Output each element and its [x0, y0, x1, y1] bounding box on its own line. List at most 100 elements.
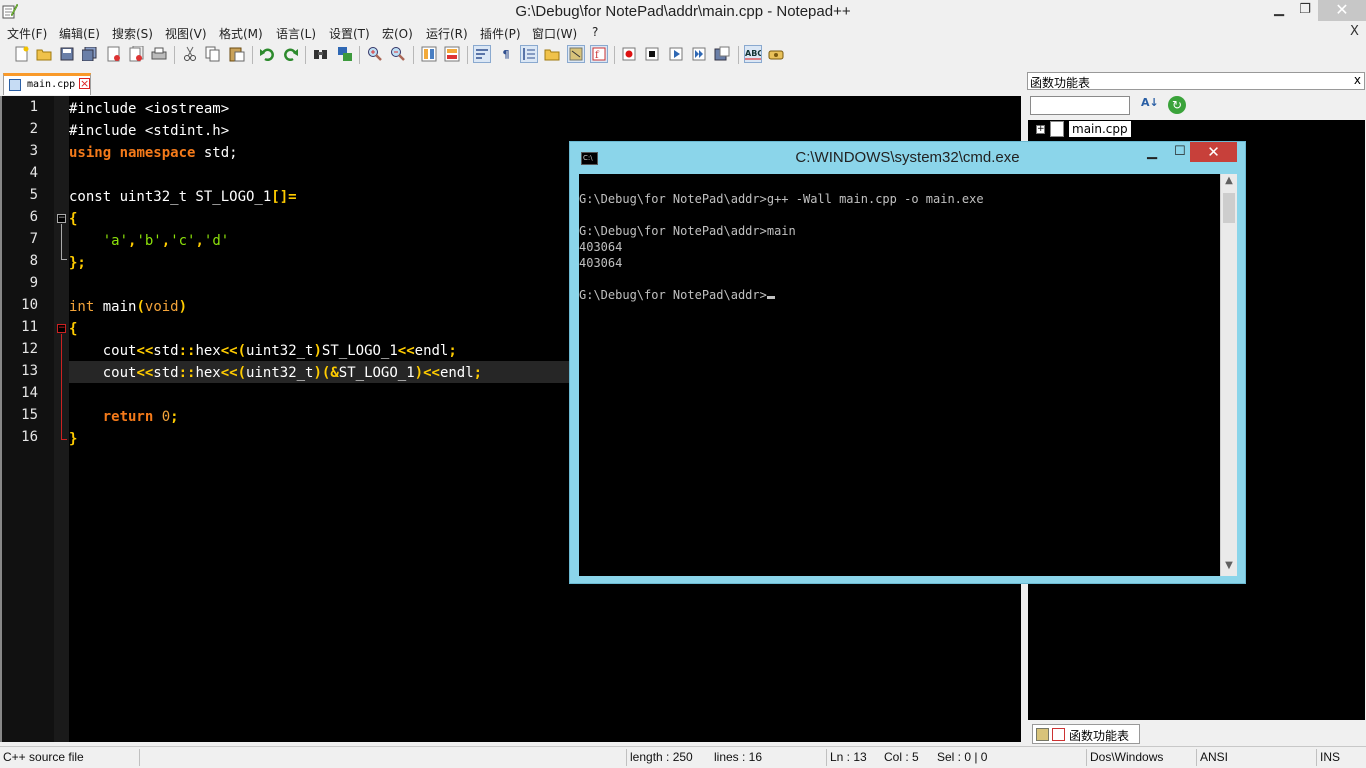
toolbar-separator — [252, 46, 253, 64]
toolbar-separator — [467, 46, 468, 64]
record-macro-icon[interactable] — [620, 45, 638, 63]
document-map-icon[interactable] — [567, 45, 585, 63]
status-separator — [1196, 749, 1197, 766]
stop-macro-icon[interactable] — [643, 45, 661, 63]
code-line: return 0; — [102, 409, 179, 425]
menu-search[interactable]: 搜索(S) — [112, 25, 153, 42]
indent-guide-icon[interactable] — [520, 45, 538, 63]
menu-format[interactable]: 格式(M) — [219, 25, 263, 42]
function-list-icon — [1052, 728, 1065, 741]
tree-expand-icon[interactable]: + — [1036, 125, 1045, 134]
status-separator — [826, 749, 827, 766]
close-document-button[interactable]: X — [1350, 24, 1359, 39]
save-all-icon[interactable] — [81, 45, 99, 63]
menu-settings[interactable]: 设置(T) — [329, 25, 370, 42]
menu-language[interactable]: 语言(L) — [276, 25, 316, 42]
tab-main-cpp[interactable]: main.cpp × — [3, 73, 91, 95]
code-line: using namespace std; — [69, 145, 238, 161]
zoom-in-icon[interactable] — [366, 45, 384, 63]
open-file-icon[interactable] — [35, 45, 53, 63]
status-length: length : 250 — [630, 750, 693, 764]
code-line: } — [69, 431, 78, 447]
sync-vertical-icon[interactable] — [420, 45, 438, 63]
menu-run[interactable]: 运行(R) — [426, 25, 468, 42]
sort-icon[interactable]: A↓ — [1141, 96, 1159, 114]
menu-macro[interactable]: 宏(O) — [382, 25, 413, 42]
cut-icon[interactable] — [181, 45, 199, 63]
close-all-icon[interactable] — [128, 45, 146, 63]
status-eol: Dos\Windows — [1090, 750, 1164, 764]
line-number: 15 — [21, 407, 38, 423]
save-macro-icon[interactable] — [713, 45, 731, 63]
panel-title: 函数功能表 — [1030, 76, 1091, 90]
line-number: 13 — [21, 363, 38, 379]
console-line: 403064 — [579, 256, 623, 270]
function-list-icon[interactable]: f — [590, 45, 608, 63]
spell-check-icon[interactable]: ABC — [744, 45, 762, 63]
maximize-button[interactable]: ❐ — [1294, 0, 1316, 21]
panel-close-button[interactable]: x — [1354, 73, 1361, 87]
tree-item-main-cpp[interactable]: main.cpp — [1069, 121, 1131, 137]
play-macro-icon[interactable] — [667, 45, 685, 63]
code-line-current: cout<<std::hex<<(uint32_t)(&ST_LOGO_1)<<… — [102, 365, 483, 381]
code-line: const uint32_t ST_LOGO_1[]= — [69, 189, 297, 205]
close-file-icon[interactable] — [105, 45, 123, 63]
minimize-button[interactable]: ▁ — [1268, 0, 1290, 21]
status-encoding: ANSI — [1200, 750, 1229, 764]
cmd-minimize-button[interactable]: ▁ — [1147, 145, 1157, 160]
save-icon[interactable] — [58, 45, 76, 63]
panel-tab-function-list[interactable]: 函数功能表 — [1032, 724, 1140, 744]
function-search-input[interactable] — [1030, 96, 1130, 115]
redo-icon[interactable] — [282, 45, 300, 63]
menu-help[interactable]: ? — [592, 25, 598, 39]
find-icon[interactable] — [312, 45, 330, 63]
undo-icon[interactable] — [258, 45, 276, 63]
title-bar: G:\Debug\for NotePad\addr\main.cpp - Not… — [0, 0, 1366, 23]
line-number: 7 — [29, 231, 38, 247]
word-wrap-icon[interactable] — [473, 45, 491, 63]
menu-plugins[interactable]: 插件(P) — [480, 25, 521, 42]
print-icon[interactable] — [150, 45, 168, 63]
fold-collapse-icon[interactable]: − — [57, 324, 66, 333]
console-line: G:\Debug\for NotePad\addr>g++ -Wall main… — [579, 192, 984, 206]
menu-file[interactable]: 文件(F) — [7, 25, 47, 42]
line-number: 16 — [21, 429, 38, 445]
toolbar-separator — [305, 46, 306, 64]
console-line: ​ — [579, 271, 984, 287]
sync-horizontal-icon[interactable] — [443, 45, 461, 63]
folder-as-workspace-icon[interactable] — [543, 45, 561, 63]
cmd-close-button[interactable]: ✕ — [1190, 142, 1237, 162]
menu-edit[interactable]: 编辑(E) — [59, 25, 100, 42]
code-line: { — [69, 321, 78, 337]
refresh-icon[interactable]: ↻ — [1168, 96, 1186, 114]
copy-icon[interactable] — [204, 45, 222, 63]
scroll-down-icon[interactable]: ▼ — [1221, 560, 1237, 571]
cmd-maximize-button[interactable]: ☐ — [1174, 144, 1186, 159]
menu-view[interactable]: 视图(V) — [165, 25, 207, 42]
line-number: 10 — [21, 297, 38, 313]
plugin-tool-icon[interactable] — [767, 45, 785, 63]
status-separator — [139, 749, 140, 766]
menu-bar: 文件(F) 编辑(E) 搜索(S) 视图(V) 格式(M) 语言(L) 设置(T… — [0, 23, 1366, 42]
code-line: }; — [69, 255, 86, 271]
close-button[interactable]: ✕ — [1318, 0, 1366, 21]
cmd-scrollbar[interactable]: ▲ ▼ — [1220, 174, 1237, 576]
new-file-icon[interactable] — [13, 45, 31, 63]
saved-file-icon — [9, 79, 21, 91]
code-line: #include <iostream> — [69, 101, 230, 117]
menu-window[interactable]: 窗口(W) — [532, 25, 577, 42]
status-selection: Sel : 0 | 0 — [937, 750, 988, 764]
cmd-console[interactable]: G:\Debug\for NotePad\addr>g++ -Wall main… — [579, 174, 1220, 576]
replace-icon[interactable] — [336, 45, 354, 63]
tab-close-icon[interactable]: × — [79, 78, 90, 89]
cmd-title: C:\WINDOWS\system32\cmd.exe — [795, 149, 1020, 166]
toolbar-separator — [359, 46, 360, 64]
line-number: 3 — [29, 143, 38, 159]
scroll-up-icon[interactable]: ▲ — [1221, 175, 1237, 186]
paste-icon[interactable] — [228, 45, 246, 63]
zoom-out-icon[interactable] — [389, 45, 407, 63]
show-all-chars-icon[interactable]: ¶ — [497, 45, 515, 63]
run-macro-multiple-icon[interactable] — [690, 45, 708, 63]
scroll-thumb[interactable] — [1223, 193, 1235, 223]
fold-collapse-icon[interactable]: − — [57, 214, 66, 223]
